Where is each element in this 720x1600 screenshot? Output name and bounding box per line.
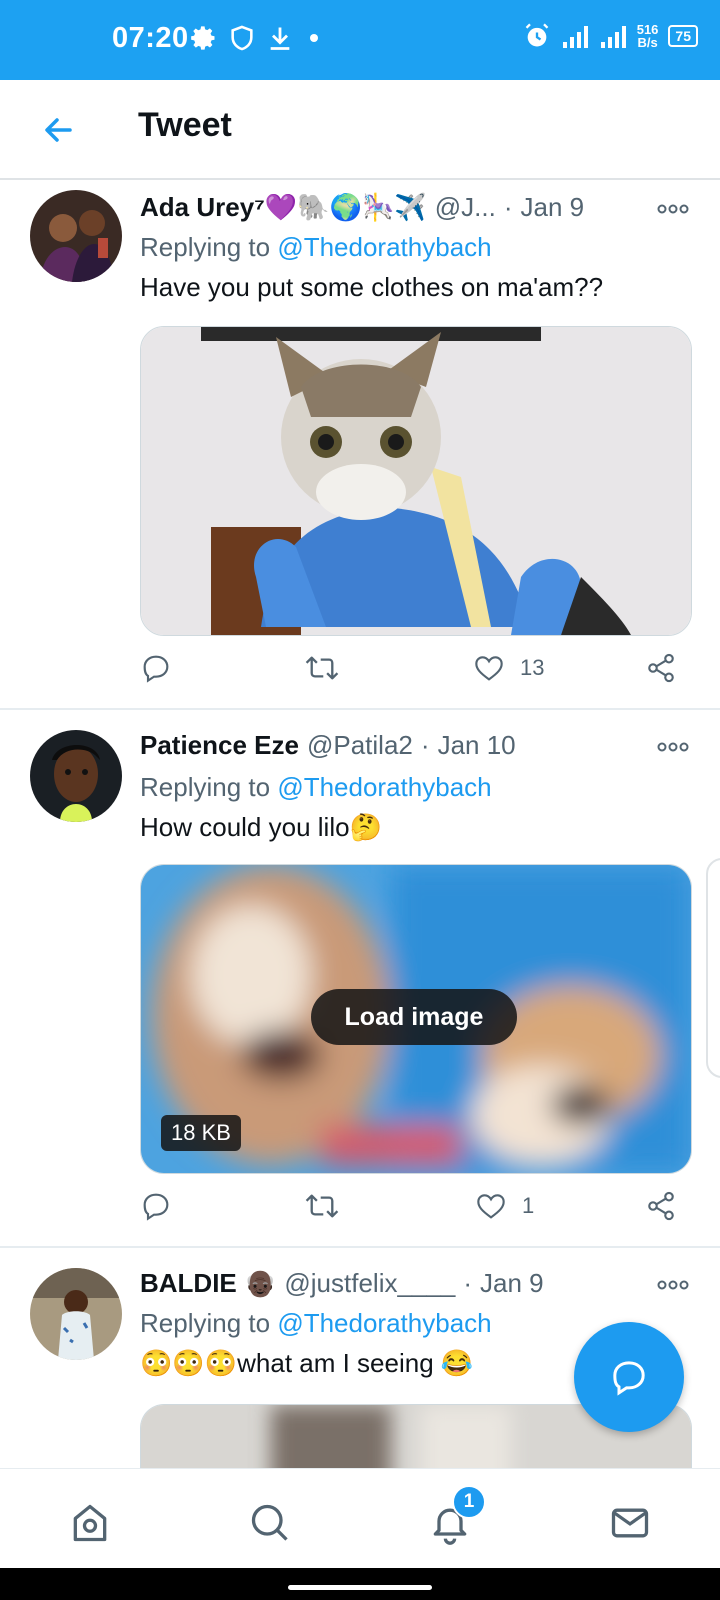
download-icon — [270, 27, 290, 50]
compose-reply-button[interactable] — [574, 1322, 684, 1432]
like-count: 13 — [520, 655, 545, 680]
alarm-icon — [525, 23, 549, 47]
replying-to: Replying to @Thedorathybach — [140, 772, 492, 802]
avatar[interactable] — [30, 1268, 122, 1360]
image-size-badge: 18 KB — [161, 1115, 241, 1151]
author-name[interactable]: Patience Eze — [140, 730, 299, 761]
load-image-button[interactable]: Load image — [311, 989, 517, 1045]
retweet-icon[interactable] — [304, 652, 340, 684]
bottom-navigation — [0, 1468, 720, 1569]
more-options-icon[interactable] — [656, 202, 690, 216]
retweet-icon[interactable] — [304, 1190, 340, 1222]
tweet-image[interactable] — [140, 326, 692, 636]
shield-icon — [231, 25, 253, 51]
avatar[interactable] — [30, 190, 122, 282]
mention-link[interactable]: @Thedorathybach — [277, 232, 491, 262]
share-icon[interactable] — [645, 652, 677, 684]
author-handle: @justfelix____ — [284, 1268, 456, 1298]
status-time: 07:20 — [112, 22, 189, 54]
avatar[interactable] — [30, 730, 122, 822]
tweet-text: How could you lilo🤔 — [140, 812, 382, 842]
side-panel-edge — [706, 858, 720, 1078]
home-icon[interactable] — [68, 1501, 112, 1545]
messages-icon[interactable] — [608, 1501, 652, 1545]
author-name[interactable]: Ada Urey⁷💜🐘🌍🎠✈️ — [140, 192, 427, 223]
dot-icon — [310, 34, 318, 42]
author-name[interactable]: BALDIE 👴🏿 — [140, 1268, 276, 1299]
tweet-actions: 1 — [140, 1190, 695, 1230]
reply-icon[interactable] — [140, 652, 172, 684]
home-indicator[interactable] — [288, 1585, 432, 1590]
like-icon[interactable] — [474, 1190, 508, 1222]
replying-to: Replying to @Thedorathybach — [140, 232, 492, 262]
signal-icon-2 — [600, 26, 626, 48]
system-navigation-bar — [0, 1568, 720, 1600]
reply-bubble-icon — [613, 1361, 645, 1396]
share-icon[interactable] — [645, 1190, 677, 1222]
signal-icon — [562, 26, 588, 48]
more-options-icon[interactable] — [656, 1278, 690, 1292]
tweet-text: Have you put some clothes on ma'am?? — [140, 272, 604, 302]
replying-to: Replying to @Thedorathybach — [140, 1308, 492, 1338]
more-options-icon[interactable] — [656, 740, 690, 754]
mention-link[interactable]: @Thedorathybach — [277, 772, 491, 802]
tweet-date: Jan 9 — [520, 192, 585, 222]
battery-icon: 75 — [668, 25, 698, 47]
tweet-date: Jan 9 — [479, 1268, 544, 1298]
tweet-item[interactable]: Patience Eze @Patila2 · Jan 10 Replying … — [0, 710, 720, 1248]
top-app-bar: Tweet — [0, 80, 720, 180]
status-bar: 07:20 516 B/s 75 — [0, 0, 720, 80]
like-count: 1 — [522, 1193, 535, 1218]
like-icon[interactable] — [472, 652, 506, 684]
gear-icon — [191, 26, 215, 50]
reply-icon[interactable] — [140, 1190, 172, 1222]
notification-badge: 1 — [452, 1485, 486, 1519]
author-handle: @Patila2 — [306, 730, 413, 760]
tweet-text: 😳😳😳what am I seeing 😂 — [140, 1348, 474, 1378]
tweet-image-placeholder[interactable]: Load image 18 KB — [140, 864, 692, 1174]
search-icon[interactable] — [248, 1501, 292, 1545]
network-speed: 516 B/s — [636, 22, 659, 50]
mention-link[interactable]: @Thedorathybach — [277, 1308, 491, 1338]
arrow-left-icon[interactable] — [38, 110, 78, 150]
page-title: Tweet — [138, 106, 232, 144]
tweet-actions: 13 — [140, 652, 695, 692]
author-handle: @J... — [434, 192, 496, 222]
tweet-date: Jan 10 — [437, 730, 516, 760]
tweet-item[interactable]: Ada Urey⁷💜🐘🌍🎠✈️ @J... · Jan 9 Replying t… — [0, 180, 720, 710]
